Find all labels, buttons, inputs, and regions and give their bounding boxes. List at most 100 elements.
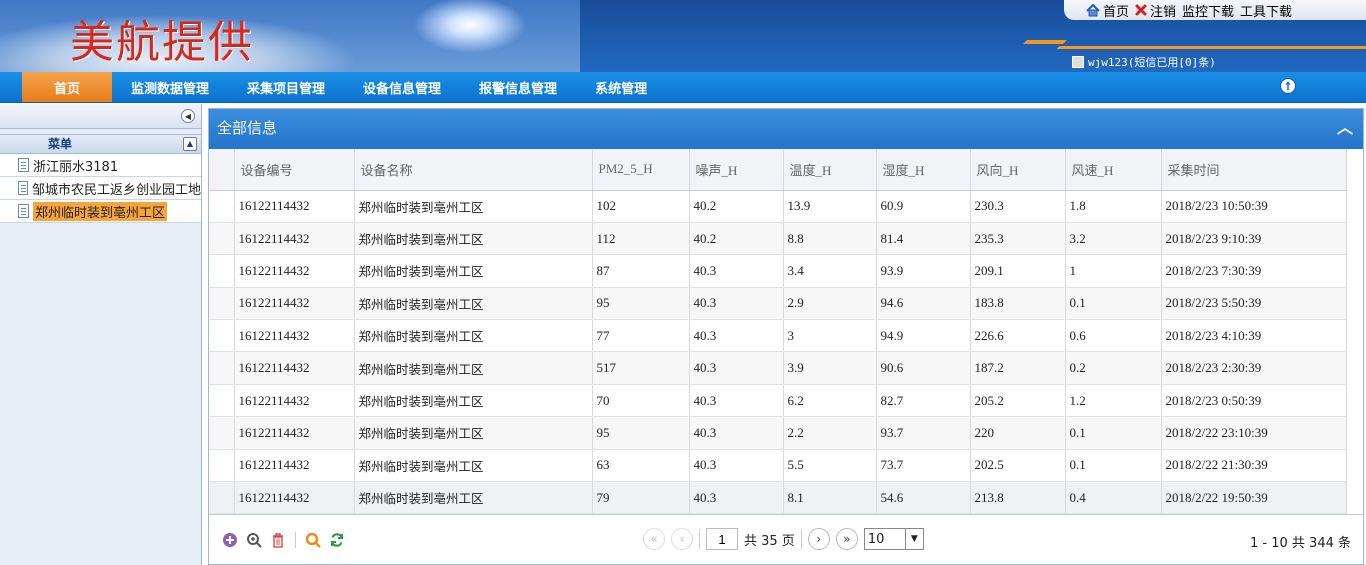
user-text: wjw123(短信已用[0]条): [1088, 56, 1216, 69]
table-cell: 6.2: [783, 384, 877, 418]
tree-item-zoucheng[interactable]: 邹城市农民工返乡创业园工地: [0, 177, 201, 200]
column-header[interactable]: 噪声_H: [689, 149, 784, 191]
table-row[interactable]: 16122114432 郑州临时装到亳州工区 79 40.3 8.1 54.6 213.8 0…: [209, 481, 1347, 514]
column-header[interactable]: PM2_5_H: [592, 149, 690, 191]
table-cell: 16122114432: [234, 190, 355, 223]
column-header[interactable]: 设备名称: [354, 149, 593, 191]
table-cell: 5.5: [783, 449, 877, 483]
table-cell: 202.5: [970, 449, 1066, 483]
page-size-select[interactable]: 10 ▼: [863, 528, 924, 550]
table-row[interactable]: 16122114432 郑州临时装到亳州工区 70 40.3 6.2 82.7 205.2 1…: [209, 384, 1347, 418]
prev-page-button[interactable]: ‹: [671, 528, 693, 550]
pager-divider: [800, 529, 802, 549]
home-link[interactable]: 首页: [1086, 1, 1129, 20]
table-cell: 16122114432: [234, 254, 355, 288]
table-cell: 54.6: [876, 481, 971, 514]
table-cell: 郑州临时装到亳州工区: [354, 254, 593, 288]
table-cell: 102: [592, 190, 690, 223]
tree-item-zhengzhou[interactable]: 郑州临时装到亳州工区: [0, 200, 201, 223]
table-cell: 16122114432: [234, 416, 355, 450]
document-icon: [18, 158, 29, 172]
monitor-download-label: 监控下载: [1182, 3, 1235, 19]
page-number-input[interactable]: [706, 528, 738, 550]
nav-item-home[interactable]: 首页: [22, 72, 112, 102]
tool-download-link[interactable]: 工具下载: [1240, 1, 1292, 20]
nav-item-device-info[interactable]: 设备信息管理: [344, 72, 460, 102]
table-row[interactable]: 16122114432 郑州临时装到亳州工区 77 40.3 3 94.9 226.6 0.6…: [209, 319, 1347, 353]
menu-title: 菜单: [48, 137, 73, 151]
next-page-button[interactable]: ›: [807, 528, 830, 550]
table-cell: 16122114432: [234, 384, 355, 418]
collapse-header-icon[interactable]: ↑: [1280, 78, 1296, 94]
table-cell: 40.3: [689, 351, 784, 385]
chevron-up-icon[interactable]: ︿: [1337, 109, 1353, 147]
row-number-cell: [209, 319, 235, 353]
last-page-button[interactable]: »: [835, 528, 858, 550]
table-cell: 8.8: [783, 222, 877, 256]
table-cell: 16122114432: [234, 481, 355, 514]
banner-stripe: [1023, 40, 1067, 44]
menu-header: 菜单 ▲: [0, 134, 201, 154]
table-cell: 40.3: [689, 254, 784, 288]
menu-toggle-icon[interactable]: ▲: [183, 137, 197, 151]
table-cell: 81.4: [876, 222, 971, 256]
logout-link[interactable]: 注销: [1135, 1, 1176, 20]
column-header[interactable]: 湿度_H: [876, 149, 971, 191]
delete-icon[interactable]: [269, 531, 287, 549]
table-cell: 95: [592, 287, 690, 321]
table-cell: 13.9: [783, 190, 877, 223]
table-cell: 40.3: [689, 481, 784, 514]
column-header[interactable]: 设备编号: [234, 149, 355, 191]
table-row[interactable]: 16122114432 郑州临时装到亳州工区 517 40.3 3.9 90.6 187.2…: [209, 351, 1347, 385]
tree-item-lishui[interactable]: 浙江丽水3181: [0, 154, 201, 177]
total-pages-text: 共 35 页: [744, 533, 795, 549]
column-header[interactable]: 采集时间: [1161, 149, 1347, 191]
row-number-cell: [209, 190, 235, 223]
avatar: [1072, 56, 1084, 68]
table-cell: 3.2: [1065, 222, 1162, 256]
nav-item-collect-project[interactable]: 采集项目管理: [228, 72, 344, 102]
table-row[interactable]: 16122114432 郑州临时装到亳州工区 112 40.2 8.8 81.4 235.3…: [209, 222, 1347, 256]
data-table: 设备编号 设备名称 PM2_5_H 噪声_H 温度_H 湿度_H 风向_H 风速…: [209, 149, 1347, 514]
pagination-bar: « ‹ 共 35 页 › » 10 ▼ 1 - 10 共 344 条: [209, 515, 1363, 564]
first-page-button[interactable]: «: [643, 528, 665, 550]
nav-item-alarm-info[interactable]: 报警信息管理: [460, 72, 576, 102]
column-header[interactable]: 温度_H: [783, 149, 877, 191]
table-cell: 0.1: [1065, 287, 1162, 321]
table-cell: 209.1: [970, 254, 1066, 288]
refresh-icon[interactable]: [328, 531, 346, 549]
table-cell: 87: [592, 254, 690, 288]
table-cell: 郑州临时装到亳州工区: [354, 287, 593, 321]
table-row[interactable]: 16122114432 郑州临时装到亳州工区 102 40.2 13.9 60.9 230.…: [209, 190, 1347, 223]
data-panel: 全部信息 ︿ 设备编号 设备名称 PM2_5_H 噪声_H 温度_H 湿度_H …: [208, 108, 1364, 565]
tree-item-label: 邹城市农民工返乡创业园工地: [31, 182, 201, 198]
table-cell: 40.3: [689, 287, 784, 321]
table-row[interactable]: 16122114432 郑州临时装到亳州工区 87 40.3 3.4 93.9 209.1 1…: [209, 254, 1347, 288]
tree-item-label: 郑州临时装到亳州工区: [33, 201, 168, 221]
nav-item-monitor-data[interactable]: 监测数据管理: [112, 72, 228, 102]
main-nav: 首页 监测数据管理 采集项目管理 设备信息管理 报警信息管理 系统管理 ↑: [0, 72, 1366, 103]
table-cell: 93.9: [876, 254, 971, 288]
document-icon: [18, 181, 28, 195]
table-cell: 93.7: [876, 416, 971, 450]
monitor-download-link[interactable]: 监控下载: [1182, 1, 1234, 20]
table-row[interactable]: 16122114432 郑州临时装到亳州工区 95 40.3 2.2 93.7 220 0.1…: [209, 416, 1347, 450]
nav-item-system[interactable]: 系统管理: [576, 72, 666, 102]
column-header[interactable]: 风向_H: [970, 149, 1066, 191]
add-icon[interactable]: [221, 531, 239, 549]
table-cell: 16122114432: [234, 351, 355, 385]
table-cell: 郑州临时装到亳州工区: [354, 384, 593, 418]
table-row[interactable]: 16122114432 郑州临时装到亳州工区 63 40.3 5.5 73.7 202.5 0…: [209, 449, 1347, 483]
zoom-in-icon[interactable]: [245, 531, 263, 549]
table-row[interactable]: 16122114432 郑州临时装到亳州工区 95 40.3 2.9 94.6 183.8 0…: [209, 287, 1347, 321]
table-cell: 40.2: [689, 222, 784, 256]
row-number-cell: [209, 384, 235, 418]
search-icon[interactable]: [304, 531, 322, 549]
table-cell: 1.2: [1065, 384, 1162, 418]
sidebar-collapse-icon[interactable]: ◀: [181, 109, 195, 123]
column-header[interactable]: 风速_H: [1065, 149, 1162, 191]
record-count-info: 1 - 10 共 344 条: [1250, 536, 1351, 551]
table-cell: 40.2: [689, 190, 784, 223]
sidebar-collapse-bar: ◀: [0, 104, 201, 129]
table-cell: 73.7: [876, 449, 971, 483]
